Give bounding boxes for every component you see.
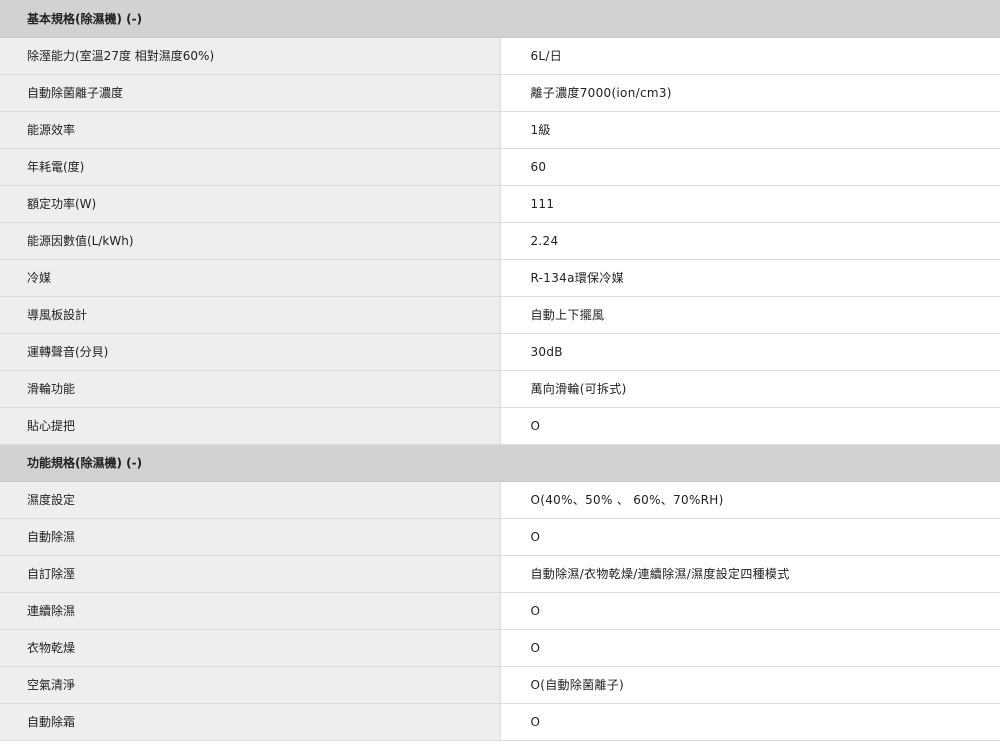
spec-row: 衣物乾燥 O <box>0 629 1000 667</box>
spec-label: 空氣清淨 <box>0 666 501 704</box>
spec-value: 自動除濕/衣物乾燥/連續除濕/濕度設定四種模式 <box>500 555 1000 593</box>
section-title: 基本規格(除濕機) (-) <box>0 0 1000 38</box>
spec-value-text: O <box>530 418 541 433</box>
spec-row: 年耗電(度) 60 <box>0 148 1000 186</box>
spec-value: O <box>500 703 1000 741</box>
spec-row: 自訂除溼 自動除濕/衣物乾燥/連續除濕/濕度設定四種模式 <box>0 555 1000 593</box>
spec-label: 自動除霜 <box>0 703 501 741</box>
spec-row: 除溼能力(室溫27度 相對濕度60%) 6L/日 <box>0 37 1000 75</box>
spec-label: 濕度設定 <box>0 481 501 519</box>
spec-value-text: 6L/日 <box>530 49 563 63</box>
spec-value: 30dB <box>500 333 1000 371</box>
spec-row: 導風板設計 自動上下擺風 <box>0 296 1000 334</box>
spec-value-text: 萬向滑輪(可拆式) <box>530 382 627 396</box>
spec-value: 111 <box>500 185 1000 223</box>
spec-label: 年耗電(度) <box>0 148 501 186</box>
spec-row: 滑輪功能 萬向滑輪(可拆式) <box>0 370 1000 408</box>
spec-value: O <box>500 407 1000 445</box>
spec-label: 能源效率 <box>0 111 501 149</box>
spec-row: 連續除濕 O <box>0 592 1000 630</box>
spec-value: 萬向滑輪(可拆式) <box>500 370 1000 408</box>
spec-value-text: R-134a環保冷媒 <box>530 271 624 285</box>
spec-label: 自訂除溼 <box>0 555 501 593</box>
spec-value-text: 自動除濕/衣物乾燥/連續除濕/濕度設定四種模式 <box>530 567 790 581</box>
spec-value-text: 2.24 <box>530 233 559 248</box>
spec-label: 除溼能力(室溫27度 相對濕度60%) <box>0 37 501 75</box>
section-header-function-specs: 功能規格(除濕機) (-) <box>0 444 1000 482</box>
spec-label: 能源因數值(L/kWh) <box>0 222 501 260</box>
spec-label: 滑輪功能 <box>0 370 501 408</box>
spec-row: 能源效率 1級 <box>0 111 1000 149</box>
spec-label: 貼心提把 <box>0 407 501 445</box>
spec-value-text: O <box>530 640 541 655</box>
spec-row: 額定功率(W) 111 <box>0 185 1000 223</box>
spec-value-text: O(自動除菌離子) <box>530 678 625 692</box>
spec-row: 冷媒 R-134a環保冷媒 <box>0 259 1000 297</box>
spec-row: 自動除霜 O <box>0 703 1000 741</box>
spec-value-text: O <box>530 529 541 544</box>
spec-value-text: O <box>530 603 541 618</box>
spec-value: O <box>500 592 1000 630</box>
spec-value: 1級 <box>500 111 1000 149</box>
spec-row: 自動除濕 O <box>0 518 1000 556</box>
spec-label: 自動除濕 <box>0 518 501 556</box>
spec-label: 導風板設計 <box>0 296 501 334</box>
spec-row: 自動除菌離子濃度 離子濃度7000(ion/cm3) <box>0 74 1000 112</box>
spec-value-text: 111 <box>530 196 555 211</box>
spec-value-text: 自動上下擺風 <box>530 308 605 322</box>
spec-label: 衣物乾燥 <box>0 629 501 667</box>
spec-value: 離子濃度7000(ion/cm3) <box>500 74 1000 112</box>
spec-value: R-134a環保冷媒 <box>500 259 1000 297</box>
spec-value-text: O <box>530 714 541 729</box>
spec-value: O(40%、50% 、 60%、70%RH) <box>500 481 1000 519</box>
spec-row: 能源因數值(L/kWh) 2.24 <box>0 222 1000 260</box>
spec-value: 60 <box>500 148 1000 186</box>
spec-label: 額定功率(W) <box>0 185 501 223</box>
spec-value: 2.24 <box>500 222 1000 260</box>
spec-table: 基本規格(除濕機) (-) 除溼能力(室溫27度 相對濕度60%) 6L/日 自… <box>0 0 1000 741</box>
spec-value: 自動上下擺風 <box>500 296 1000 334</box>
spec-label: 連續除濕 <box>0 592 501 630</box>
spec-label: 自動除菌離子濃度 <box>0 74 501 112</box>
spec-value-text: 30dB <box>530 344 563 359</box>
spec-row: 運轉聲音(分貝) 30dB <box>0 333 1000 371</box>
section-title: 功能規格(除濕機) (-) <box>0 444 1000 482</box>
spec-row: 濕度設定 O(40%、50% 、 60%、70%RH) <box>0 481 1000 519</box>
spec-value-text: O(40%、50% 、 60%、70%RH) <box>530 493 724 507</box>
spec-label: 冷媒 <box>0 259 501 297</box>
spec-value-text: 離子濃度7000(ion/cm3) <box>530 86 672 100</box>
spec-label: 運轉聲音(分貝) <box>0 333 501 371</box>
spec-value: O <box>500 518 1000 556</box>
section-header-basic-specs: 基本規格(除濕機) (-) <box>0 0 1000 38</box>
spec-value: O(自動除菌離子) <box>500 666 1000 704</box>
spec-value-text: 1級 <box>530 123 551 137</box>
spec-value-text: 60 <box>530 159 547 174</box>
spec-value: O <box>500 629 1000 667</box>
spec-row: 貼心提把 O <box>0 407 1000 445</box>
spec-row: 空氣清淨 O(自動除菌離子) <box>0 666 1000 704</box>
spec-value: 6L/日 <box>500 37 1000 75</box>
